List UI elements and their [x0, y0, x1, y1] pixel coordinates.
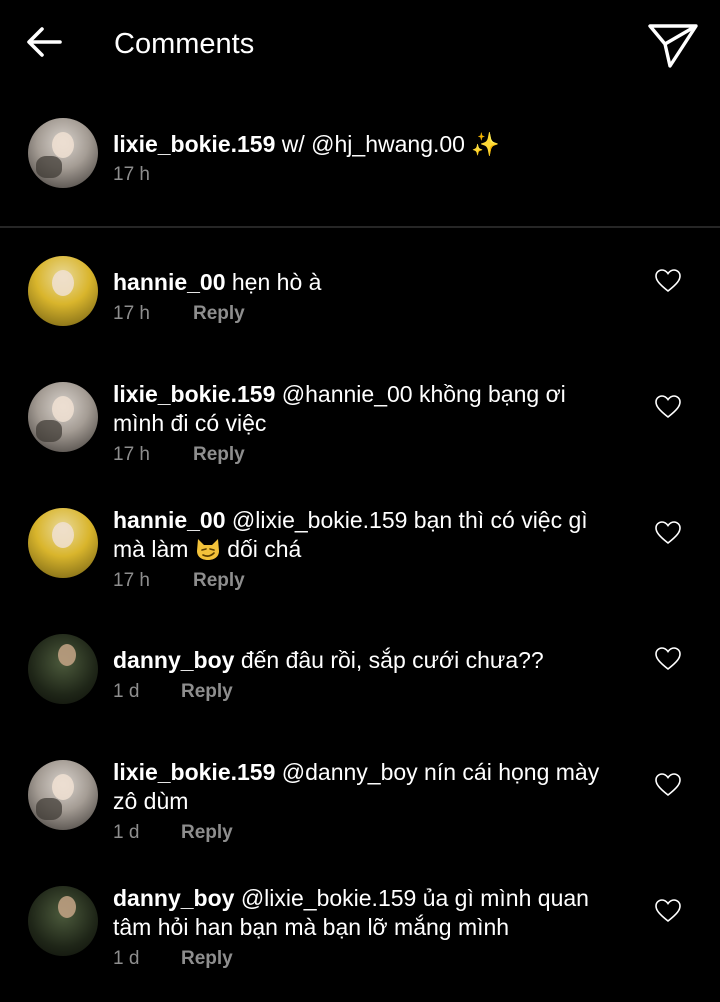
paper-plane-icon — [648, 24, 698, 68]
comment-meta: 1 d Reply — [113, 822, 233, 844]
avatar[interactable] — [28, 886, 98, 956]
post-caption: lixie_bokie.159 w/ @hj_hwang.00 ✨ 17 h — [0, 108, 720, 224]
comment-username[interactable]: danny_boy — [113, 647, 234, 673]
arrow-left-icon — [27, 27, 62, 57]
comment-username[interactable]: lixie_bokie.159 — [113, 381, 275, 407]
avatar[interactable] — [28, 382, 98, 452]
comment-meta: 17 h Reply — [113, 303, 245, 325]
caption-meta: 17 h — [113, 164, 150, 186]
comment-username[interactable]: hannie_00 — [113, 269, 226, 295]
comment-text: hannie_00 @lixie_bokie.159 bạn thì có vi… — [113, 506, 623, 564]
smirking-cat-emoji — [196, 539, 219, 560]
avatar[interactable] — [28, 256, 98, 326]
comment-timestamp: 17 h — [113, 570, 150, 591]
comment-meta: 17 h Reply — [113, 570, 245, 592]
comment-timestamp: 17 h — [113, 444, 150, 465]
avatar[interactable] — [28, 508, 98, 578]
avatar[interactable] — [28, 118, 98, 188]
heart-outline-icon[interactable] — [654, 772, 682, 798]
top-bar: Comments — [0, 0, 720, 90]
comment-timestamp: 1 d — [113, 822, 140, 843]
comment-timestamp: 1 d — [113, 681, 140, 702]
comment-body: hẹn hò à — [231, 269, 322, 295]
comment-text: danny_boy @lixie_bokie.159 ủa gì mình qu… — [113, 884, 623, 942]
heart-outline-icon[interactable] — [654, 646, 682, 672]
comment-text: hannie_00 hẹn hò à — [113, 268, 623, 297]
comment-username[interactable]: danny_boy — [113, 885, 234, 911]
divider — [0, 226, 720, 228]
sparkles-emoji: ✨ — [471, 132, 500, 158]
comment-text: danny_boy đến đâu rồi, sắp cưới chưa?? — [113, 646, 623, 675]
avatar[interactable] — [28, 634, 98, 704]
caption-body: w/ @hj_hwang.00 — [281, 131, 465, 157]
reply-button[interactable]: Reply — [181, 822, 233, 844]
heart-outline-icon[interactable] — [654, 520, 682, 546]
page-title: Comments — [114, 28, 255, 60]
back-button[interactable] — [24, 22, 64, 62]
comment-meta: 1 d Reply — [113, 681, 233, 703]
caption-username[interactable]: lixie_bokie.159 — [113, 131, 275, 157]
comment-timestamp: 17 h — [113, 303, 150, 324]
reply-button[interactable]: Reply — [193, 303, 245, 325]
comment-username[interactable]: lixie_bokie.159 — [113, 759, 275, 785]
caption-text: lixie_bokie.159 w/ @hj_hwang.00 ✨ — [113, 130, 623, 160]
avatar[interactable] — [28, 760, 98, 830]
heart-outline-icon[interactable] — [654, 268, 682, 294]
reply-button[interactable]: Reply — [193, 570, 245, 592]
share-button[interactable] — [646, 20, 700, 70]
reply-button[interactable]: Reply — [193, 444, 245, 466]
caption-timestamp: 17 h — [113, 164, 150, 185]
heart-outline-icon[interactable] — [654, 394, 682, 420]
comment-username[interactable]: hannie_00 — [113, 507, 226, 533]
comment-body: đến đâu rồi, sắp cưới chưa?? — [240, 647, 544, 673]
reply-button[interactable]: Reply — [181, 948, 233, 970]
comment-meta: 17 h Reply — [113, 444, 245, 466]
reply-button[interactable]: Reply — [181, 681, 233, 703]
comment-text: lixie_bokie.159 @danny_boy nín cái họng … — [113, 758, 623, 816]
comment-meta: 1 d Reply — [113, 948, 233, 970]
comment-timestamp: 1 d — [113, 948, 140, 969]
heart-outline-icon[interactable] — [654, 898, 682, 924]
comment-body-end: dối chá — [227, 536, 302, 562]
comment-text: lixie_bokie.159 @hannie_00 khồng bạng ơi… — [113, 380, 623, 438]
